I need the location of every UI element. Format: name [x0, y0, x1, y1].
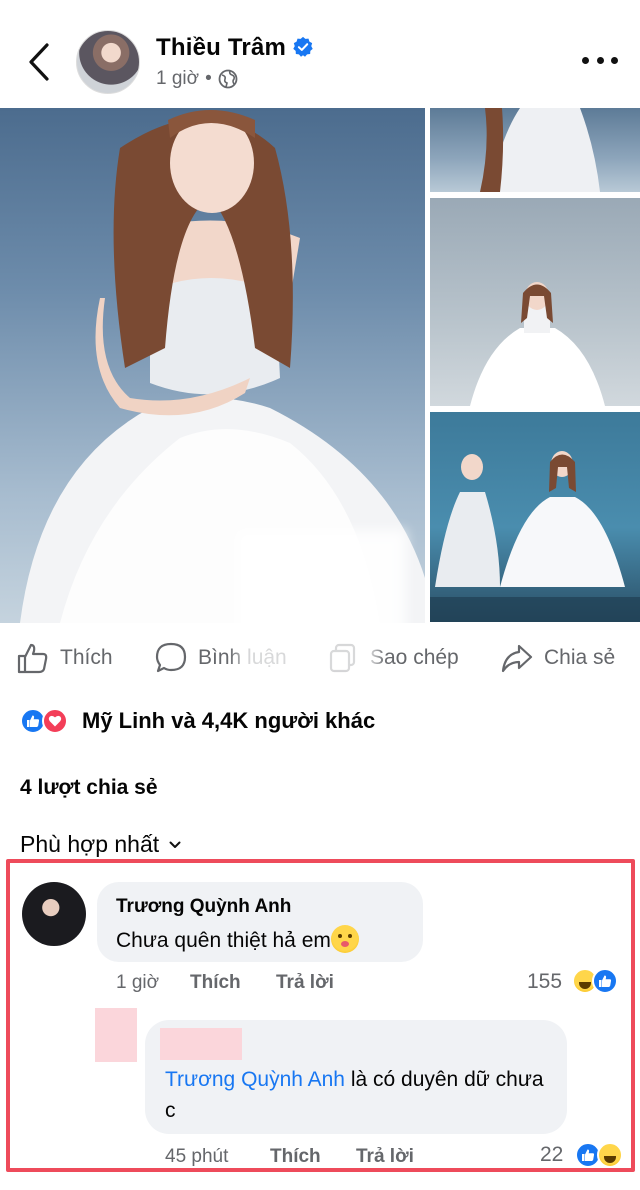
share-action-label: Chia sẻ	[544, 646, 616, 669]
comment-like-button[interactable]: Thích	[190, 972, 241, 994]
reply-name-censored[interactable]	[160, 1028, 242, 1060]
reply-mention-link[interactable]: Trương Quỳnh Anh	[165, 1068, 345, 1091]
reply-reaction-count[interactable]: 22	[540, 1143, 563, 1167]
comment-time: 1 giờ	[116, 972, 160, 993]
photo-detail-illustration	[480, 108, 600, 192]
back-button[interactable]	[22, 40, 56, 84]
like-action-label: Thích	[60, 646, 113, 669]
comment-text: Chưa quên thiệt hả em	[116, 929, 331, 952]
reactions-summary[interactable]: Mỹ Linh và 4,4K người khác	[20, 706, 375, 736]
author-name-row[interactable]: Thiều Trâm	[156, 34, 314, 62]
verified-badge-icon	[293, 36, 313, 57]
shares-count[interactable]: 4 lượt chia sẻ	[20, 776, 158, 800]
chevron-left-icon	[29, 43, 49, 81]
dot-icon	[582, 56, 589, 64]
reply-avatar-censored[interactable]	[95, 1008, 137, 1062]
thumbs-up-icon	[17, 643, 48, 674]
reaction-icons	[20, 706, 78, 736]
dot-icon	[611, 56, 618, 64]
comment-text-row: Chưa quên thiệt hả em	[116, 925, 359, 953]
post-header: Thiều Trâm 1 giờ •	[0, 0, 640, 108]
comment-sort-dropdown[interactable]: Phù hợp nhất	[20, 831, 181, 858]
share-action-button[interactable]: Chia sẻ	[500, 638, 615, 678]
reply-like-button[interactable]: Thích	[270, 1146, 321, 1168]
meta-separator: •	[205, 68, 212, 89]
reply-time: 45 phút	[165, 1146, 229, 1167]
post-meta: 1 giờ •	[156, 68, 238, 90]
author-avatar[interactable]	[76, 30, 140, 94]
comment-reaction-count[interactable]: 155	[527, 970, 562, 994]
post-photo-2[interactable]	[430, 108, 640, 192]
dot-icon	[596, 56, 604, 64]
copy-action-label: Sao chép	[370, 646, 459, 669]
photo-poster-illustration	[430, 451, 640, 622]
sort-label: Phù hợp nhất	[20, 831, 160, 857]
author-name[interactable]: Thiều Trâm	[156, 34, 286, 61]
reactions-text: Mỹ Linh và 4,4K người khác	[82, 708, 376, 733]
reply-text-row: Trương Quỳnh Anh là có duyên dữ chưa c	[165, 1064, 555, 1126]
globe-icon[interactable]	[218, 69, 238, 89]
hand-over-mouth-emoji-icon	[330, 925, 359, 953]
haha-reaction-icon	[597, 1142, 623, 1168]
commenter-avatar[interactable]	[22, 882, 86, 946]
comment-reactions[interactable]	[572, 968, 620, 996]
comment-reply-button[interactable]: Trả lời	[276, 972, 334, 994]
share-arrow-icon	[501, 644, 533, 673]
reply-reply-button[interactable]: Trả lời	[356, 1146, 414, 1168]
love-reaction-icon	[42, 708, 68, 734]
post-time[interactable]: 1 giờ	[156, 68, 199, 90]
post-photo-4[interactable]	[430, 412, 640, 622]
photo-full-gown-illustration	[470, 282, 605, 406]
post-photo-3[interactable]	[430, 198, 640, 406]
like-reaction-icon	[592, 968, 618, 994]
chevron-down-icon	[169, 841, 181, 848]
comment-bubble-icon	[155, 642, 187, 673]
more-options-button[interactable]	[582, 48, 618, 72]
commenter-name[interactable]: Trương Quỳnh Anh	[116, 896, 291, 918]
like-action-button[interactable]: Thích	[16, 638, 113, 678]
reply-reactions[interactable]	[575, 1142, 623, 1170]
censor-blur-actions	[238, 632, 378, 682]
